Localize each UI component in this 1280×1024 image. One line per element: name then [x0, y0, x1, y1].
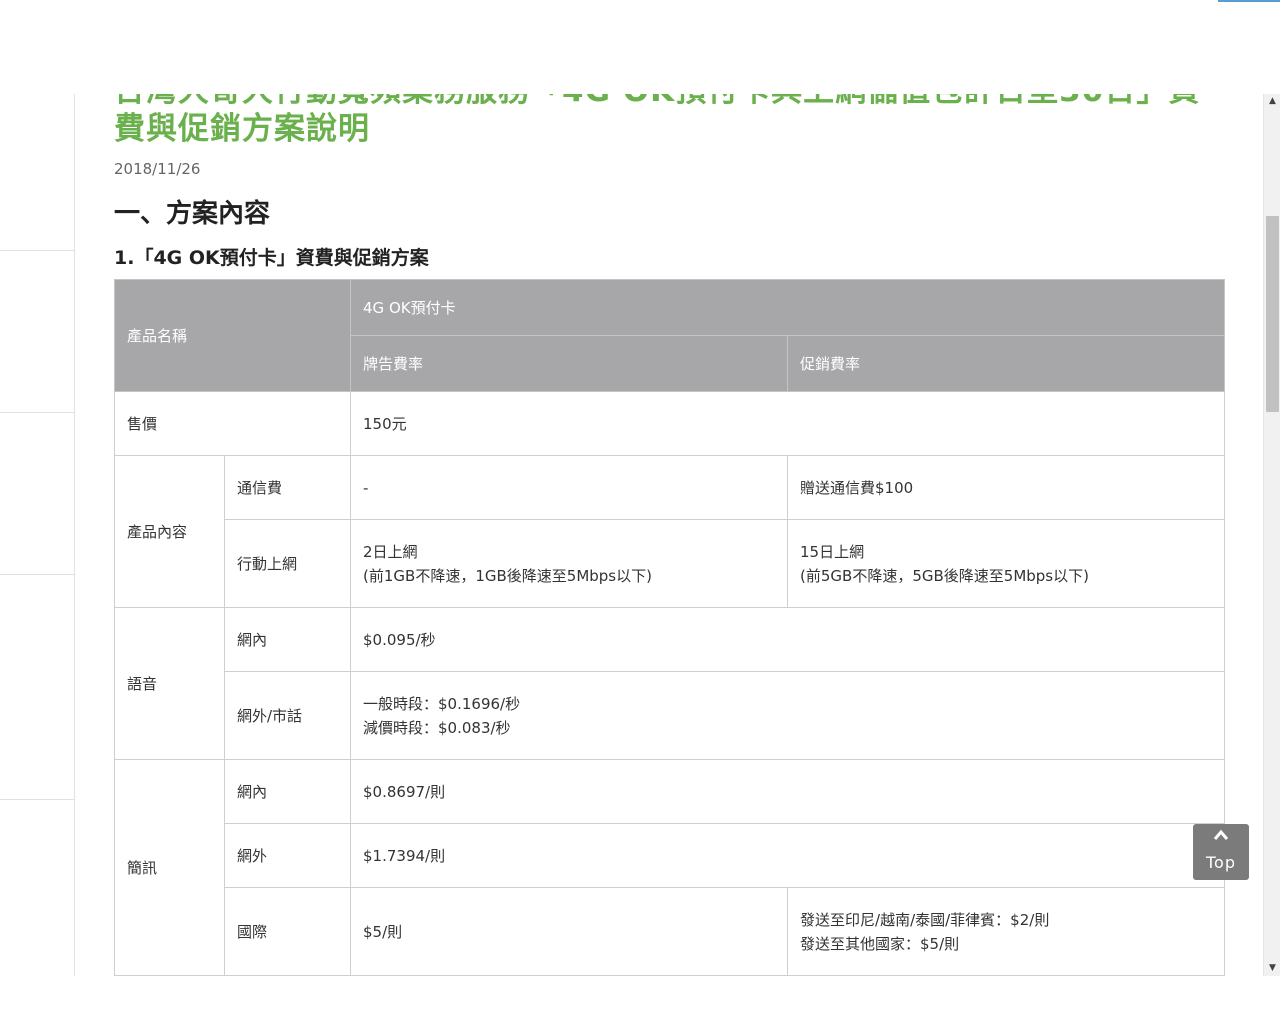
table-header-row: 產品名稱 4G OK預付卡	[113, 279, 1226, 392]
comm-fee-promo: 贈送通信費$100	[787, 455, 1226, 520]
browser-top-area	[0, 0, 1280, 94]
sidebar-divider	[0, 574, 74, 575]
vertical-scrollbar[interactable]: ▲ ▼	[1263, 94, 1280, 976]
voice-on-net-label: 網內	[223, 607, 352, 672]
sidebar-divider	[0, 799, 74, 800]
publish-date: 2018/11/26	[114, 160, 201, 178]
voice-on-net-value: $0.095/秒	[350, 607, 1226, 672]
table-row: 國際 $5/則 發送至印尼/越南/泰國/菲律賓：$2/則 發送至其他國家：$5/…	[115, 887, 1226, 976]
scroll-down-icon[interactable]: ▼	[1266, 962, 1279, 975]
table-row: 產品內容 通信費 - 贈送通信費$100	[114, 455, 1226, 608]
article-content: 台灣大哥大行動寬頻業務服務「4G OK預付卡與上網儲值包計日型30日」資費與促銷…	[113, 94, 1226, 976]
table-row: 網外 $1.7394/則	[115, 823, 1226, 888]
left-sidebar	[0, 94, 75, 976]
header-list-rate: 牌告費率	[350, 335, 789, 392]
rate-table: 產品名稱 4G OK預付卡 牌告費率 促銷費率 售價 150元 產品內容 通信費…	[113, 279, 1226, 976]
price-label: 售價	[113, 391, 352, 456]
table-row: 網外/市話 一般時段：$0.1696/秒 減價時段：$0.083/秒	[115, 671, 1226, 760]
back-to-top-button[interactable]: Top	[1193, 824, 1249, 880]
sms-off-net-label: 網外	[223, 823, 352, 888]
back-to-top-label: Top	[1206, 853, 1236, 872]
table-row: 簡訊 網內 $0.8697/則	[114, 759, 1226, 976]
sms-on-net-value: $0.8697/則	[350, 759, 1226, 824]
voice-off-net-label: 網外/市話	[223, 671, 352, 760]
empty-cell	[787, 975, 1226, 976]
chevron-up-icon	[1193, 828, 1249, 844]
mobile-data-promo: 15日上網 (前5GB不降速，5GB後降速至5Mbps以下)	[787, 519, 1226, 608]
sms-on-net-label: 網內	[223, 759, 352, 824]
mobile-data-label: 行動上網	[223, 519, 352, 608]
empty-cell	[350, 975, 789, 976]
sidebar-divider	[0, 250, 74, 251]
sub-heading: 1.「4G OK預付卡」資費與促銷方案	[114, 247, 429, 269]
header-product-name: 產品名稱	[113, 279, 352, 392]
sms-label: 簡訊	[114, 759, 225, 976]
content-viewport: 台灣大哥大行動寬頻業務服務「4G OK預付卡與上網儲值包計日型30日」資費與促銷…	[76, 94, 1263, 976]
mobile-data-list: 2日上網 (前1GB不降速，1GB後降速至5Mbps以下)	[350, 519, 789, 608]
comm-fee-list: -	[350, 455, 789, 520]
content-label: 產品內容	[114, 455, 225, 608]
sms-intl-label: 國際	[223, 887, 352, 976]
price-value: 150元	[350, 391, 1226, 456]
comm-fee-label: 通信費	[223, 455, 352, 520]
sms-intl-list: $5/則	[350, 887, 789, 976]
sms-off-net-value: $1.7394/則	[350, 823, 1226, 888]
table-row	[114, 975, 1226, 976]
scroll-up-icon[interactable]: ▲	[1266, 95, 1279, 108]
empty-cell	[223, 975, 352, 976]
empty-cell	[114, 975, 225, 976]
header-product: 4G OK預付卡	[350, 279, 1226, 336]
table-row: 售價 150元	[113, 391, 1226, 456]
header-promo-rate: 促銷費率	[787, 335, 1226, 392]
table-row: 語音 網內 $0.095/秒	[114, 607, 1226, 760]
scrollbar-thumb[interactable]	[1266, 216, 1279, 412]
voice-off-net-value: 一般時段：$0.1696/秒 減價時段：$0.083/秒	[350, 671, 1226, 760]
sms-intl-promo: 發送至印尼/越南/泰國/菲律賓：$2/則 發送至其他國家：$5/則	[787, 887, 1226, 976]
voice-label: 語音	[114, 607, 225, 760]
page-title: 台灣大哥大行動寬頻業務服務「4G OK預付卡與上網儲值包計日型30日」資費與促銷…	[114, 94, 1199, 147]
table-row: 行動上網 2日上網 (前1GB不降速，1GB後降速至5Mbps以下) 15日上網…	[115, 519, 1226, 608]
section-heading: 一、方案內容	[114, 199, 271, 229]
top-accent-bar	[1218, 0, 1280, 2]
sidebar-divider	[0, 412, 74, 413]
